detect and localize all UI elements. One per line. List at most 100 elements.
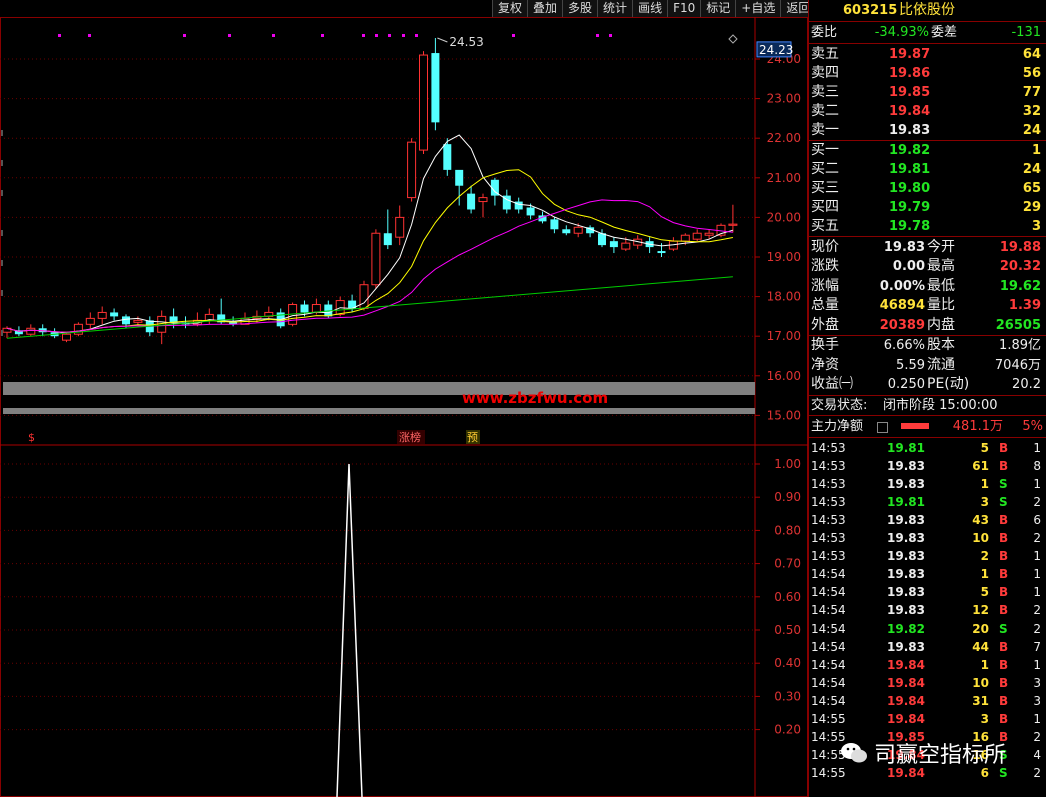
ind-tick-label: 0.30	[774, 689, 801, 703]
tick-direction: B	[999, 567, 1009, 582]
tick-time: 14:54	[811, 657, 846, 672]
toolbar-button-3[interactable]: 统计	[597, 0, 633, 17]
candle-body	[478, 197, 488, 203]
tick-price: 19.83	[887, 639, 925, 654]
buy-row[interactable]: 买四 19.79 29	[809, 198, 1046, 217]
tick-time: 14:54	[811, 585, 846, 600]
quote-row: 涨幅 0.00% 最低 19.62	[809, 277, 1046, 296]
candle-body	[455, 169, 464, 186]
candle-body	[704, 232, 714, 236]
buy-row[interactable]: 买一 19.82 1	[809, 141, 1046, 160]
buy-label: 买四	[811, 199, 839, 215]
sell-row[interactable]: 卖四 19.86 56	[809, 64, 1046, 83]
signal-dot	[272, 34, 275, 37]
quote-value: 20389	[879, 317, 925, 333]
tick-time: 14:54	[811, 675, 846, 690]
signal-dot	[183, 34, 186, 37]
buy-volume: 24	[1022, 162, 1041, 177]
price-tick-label: 17.00	[767, 329, 801, 343]
sell-row[interactable]: 卖三 19.85 77	[809, 83, 1046, 102]
ind-tick-label: 1.00	[774, 457, 801, 471]
sell-row[interactable]: 卖一 19.83 24	[809, 121, 1046, 140]
candle-body	[133, 319, 143, 323]
tick-direction: B	[999, 657, 1009, 672]
buy-row[interactable]: 买三 19.80 65	[809, 179, 1046, 198]
sell-price: 19.86	[889, 66, 931, 81]
stats-label: 股本	[927, 337, 955, 353]
quote-label: 最低	[927, 277, 955, 294]
tick-count: 1	[1033, 711, 1041, 726]
weicha-value: -131	[1011, 25, 1041, 40]
tick-price: 19.83	[887, 549, 925, 564]
main-force-pct: 5%	[1022, 419, 1043, 434]
tick-count: 2	[1033, 621, 1041, 636]
candle-body	[371, 232, 381, 286]
tick-row: 14:54 19.83 1 B 1	[809, 565, 1046, 583]
tick-price: 19.84	[887, 693, 925, 708]
quote-value: 46894	[879, 298, 925, 314]
toolbar-button-0[interactable]: 复权	[492, 0, 528, 17]
quote-value: 19.88	[999, 240, 1041, 255]
toolbar-button-7[interactable]: +自选	[735, 0, 781, 17]
tick-count: 1	[1033, 567, 1041, 582]
candle-body	[573, 226, 583, 234]
candle-body	[550, 219, 559, 230]
ind-tick-label: 0.80	[774, 523, 801, 537]
tick-count: 2	[1033, 495, 1041, 510]
tick-time: 14:54	[811, 567, 846, 582]
stock-header: 603215 比依股份	[809, 0, 1046, 21]
list-icon[interactable]	[877, 422, 888, 433]
site-url-text: www.zbzfwu.com	[462, 389, 608, 407]
candle-body	[110, 312, 119, 317]
buy-price: 19.78	[889, 219, 931, 234]
toolbar-button-6[interactable]: 标记	[700, 0, 736, 17]
sell-row[interactable]: 卖二 19.84 32	[809, 102, 1046, 121]
tick-volume: 43	[972, 513, 989, 528]
tick-price: 19.84	[887, 657, 925, 672]
candle-body	[657, 251, 666, 254]
toolbar-button-2[interactable]: 多股	[562, 0, 598, 17]
candle-body	[467, 193, 476, 210]
tick-time: 14:53	[811, 477, 846, 492]
tick-volume: 3	[980, 495, 989, 510]
status-label: 交易状态:	[811, 398, 868, 413]
signal-dot	[228, 34, 231, 37]
toolbar-button-4[interactable]: 画线	[632, 0, 668, 17]
tick-volume: 1	[980, 657, 989, 672]
tick-price: 19.83	[887, 567, 925, 582]
buy-price: 19.81	[889, 162, 931, 177]
tick-row: 14:53 19.83 43 B 6	[809, 511, 1046, 529]
quote-label: 今开	[927, 239, 955, 255]
candle-body	[526, 207, 535, 216]
price-tick-label: 23.00	[767, 92, 801, 106]
candle-body	[383, 233, 392, 246]
price-tick-label: 15.00	[767, 408, 801, 422]
gray-band	[3, 408, 755, 414]
tick-direction: B	[999, 513, 1009, 528]
main-force-row: 主力净额 481.1万 5%	[809, 417, 1046, 436]
tick-direction: S	[999, 477, 1008, 492]
price-tick-label: 22.00	[767, 131, 801, 145]
stats-value: 5.59	[896, 357, 925, 373]
kline-chart[interactable]: 24.0023.0022.0021.0020.0019.0018.0017.00…	[0, 17, 808, 797]
tick-count: 1	[1033, 549, 1041, 564]
quote-value: 0.00	[892, 259, 925, 275]
stats-label: 收益㈠	[811, 376, 853, 392]
ma20-line	[6, 199, 733, 333]
tick-row: 14:53 19.81 3 S 2	[809, 493, 1046, 511]
buy-row[interactable]: 买二 19.81 24	[809, 160, 1046, 179]
tick-time: 14:53	[811, 549, 846, 564]
toolbar-button-5[interactable]: F10	[667, 0, 701, 17]
tick-time: 14:54	[811, 621, 846, 636]
signal-dot	[512, 34, 515, 37]
tick-direction: B	[999, 441, 1009, 455]
toolbar-button-1[interactable]: 叠加	[527, 0, 563, 17]
buy-row[interactable]: 买五 19.78 3	[809, 217, 1046, 236]
sell-price: 19.87	[889, 47, 931, 62]
price-tick-label: 19.00	[767, 250, 801, 264]
sell-row[interactable]: 卖五 19.87 64	[809, 45, 1046, 64]
sell-price: 19.83	[889, 123, 931, 138]
tick-direction: B	[999, 711, 1009, 726]
buy-label: 买五	[811, 218, 839, 234]
main-force-value: 481.1万	[952, 419, 1003, 434]
